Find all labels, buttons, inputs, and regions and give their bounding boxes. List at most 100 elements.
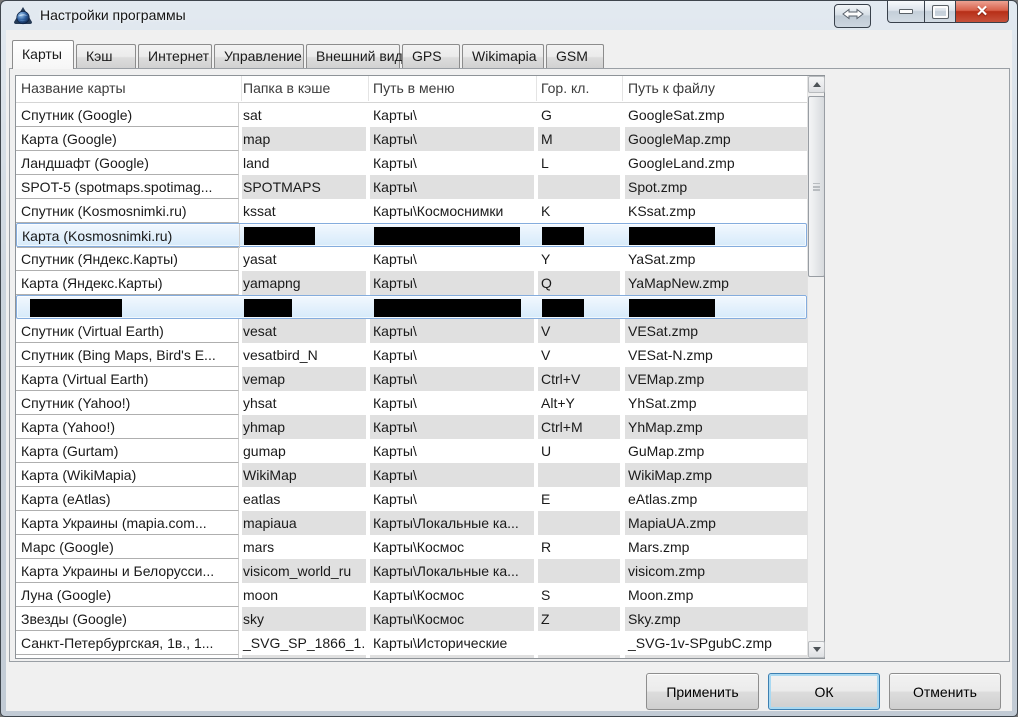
- table-row[interactable]: Марс (Google)marsКарты\КосмосRMars.zmp: [16, 535, 807, 559]
- cell-cache-folder: yasat: [242, 247, 366, 271]
- cell-file-path: WikiMap.zmp: [625, 463, 807, 487]
- caption-buttons: ✕: [887, 1, 1009, 23]
- table-row[interactable]: Карта (Gurtam)gumapКарты\UGuMap.zmp: [16, 439, 807, 463]
- table-row[interactable]: SPOT-5 (spotmaps.spotimag...SPOTMAPSКарт…: [16, 175, 807, 199]
- vertical-scrollbar[interactable]: [807, 76, 824, 658]
- table-row[interactable]: Спутник (Virtual Earth)vesatКарты\VVESat…: [16, 319, 807, 343]
- cell-map-name: Спутник (Яндекс.Карты): [16, 247, 239, 271]
- cell-map-name: Луна (Google): [16, 583, 239, 607]
- cell-menu-path: Карты\Космос: [370, 583, 534, 607]
- table-row[interactable]: Ландшафт (Google)landКарты\LGoogleLand.z…: [16, 151, 807, 175]
- settings-window: Настройки программы ✕ КартыКэшИнтернетУп…: [0, 0, 1018, 717]
- column-header-2[interactable]: Путь в меню: [370, 76, 537, 101]
- redacted-cell: [542, 299, 584, 317]
- table-row[interactable]: Звезды (Google)skyКарты\КосмосZSky.zmp: [16, 607, 807, 631]
- column-header-3[interactable]: Гор. кл.: [538, 76, 623, 101]
- tab-2[interactable]: Интернет: [138, 44, 212, 68]
- cell-map-name: Спутник (Virtual Earth): [16, 319, 239, 343]
- cell-hotkey: [538, 175, 620, 199]
- titlebar[interactable]: Настройки программы ✕: [1, 1, 1017, 30]
- cell-map-name: Санкт-Петербургская, 1в., 1...: [16, 631, 239, 655]
- table-row-partial[interactable]: [16, 655, 807, 658]
- cell-hotkey: Ctrl+V: [538, 367, 620, 391]
- table-row[interactable]: Спутник (Google)satКарты\GGoogleSat.zmp: [16, 103, 807, 127]
- tab-4[interactable]: Внешний вид: [306, 44, 400, 68]
- scroll-up-button[interactable]: [808, 76, 825, 93]
- cell-file-path: GoogleSat.zmp: [625, 103, 807, 127]
- tab-7[interactable]: GSM: [546, 44, 604, 68]
- cell-file-path: visicom.zmp: [625, 559, 807, 583]
- cell-menu-path: Карты\: [370, 271, 534, 295]
- table-row[interactable]: Карта (eAtlas)eatlasКарты\EeAtlas.zmp: [16, 487, 807, 511]
- maximize-square-icon: [933, 6, 948, 18]
- maps-list-rows: Спутник (Google)satКарты\GGoogleSat.zmpК…: [16, 103, 807, 658]
- table-row[interactable]: Карта (Virtual Earth)vemapКарты\Ctrl+VVE…: [16, 367, 807, 391]
- cell-menu-path: Карты\: [370, 319, 534, 343]
- cell-cache-folder: sat: [242, 103, 366, 127]
- cell-cache-folder: gumap: [242, 439, 366, 463]
- table-row[interactable]: Санкт-Петербургская, 1в., 1..._SVG_SP_18…: [16, 631, 807, 655]
- cell-menu-path: Карты\: [370, 247, 534, 271]
- tab-maps[interactable]: Карты: [12, 40, 74, 69]
- stretch-window-button[interactable]: [834, 4, 871, 28]
- table-row[interactable]: Луна (Google)moonКарты\КосмосSMoon.zmp: [16, 583, 807, 607]
- table-row[interactable]: Спутник (Yahoo!)yhsatКарты\Alt+YYhSat.zm…: [16, 391, 807, 415]
- column-header-0[interactable]: Название карты: [16, 76, 242, 101]
- scrollbar-grip-icon: [813, 183, 820, 185]
- cell-file-path: Mars.zmp: [625, 535, 807, 559]
- tab-3[interactable]: Управление: [214, 44, 304, 68]
- cell-hotkey: S: [538, 583, 620, 607]
- apply-button[interactable]: Применить: [646, 673, 759, 710]
- table-row[interactable]: Карта (WikiMapia)WikiMapКарты\WikiMap.zm…: [16, 463, 807, 487]
- cell-menu-path: Карты\: [370, 487, 534, 511]
- minimize-button[interactable]: [887, 1, 925, 23]
- maps-list[interactable]: Название картыПапка в кэшеПуть в менюГор…: [15, 75, 825, 659]
- table-row[interactable]: Карта (Яндекс.Карты)yamapngКарты\QYaMapN…: [16, 271, 807, 295]
- column-header-1[interactable]: Папка в кэше: [242, 76, 369, 101]
- ok-button[interactable]: ОК: [768, 673, 880, 710]
- cell-menu-path: Карты\Локальные ка...: [370, 511, 534, 535]
- cell-file-path: Spot.zmp: [625, 175, 807, 199]
- cell-cache-folder: eatlas: [242, 487, 366, 511]
- close-button[interactable]: ✕: [955, 1, 1009, 23]
- cell-menu-path: Карты\: [370, 127, 534, 151]
- cell-menu-path: Карты\Локальные ка...: [370, 559, 534, 583]
- cancel-button[interactable]: Отменить: [889, 673, 1001, 710]
- cell-hotkey: K: [538, 199, 620, 223]
- maximize-button[interactable]: [925, 1, 955, 23]
- cell-cache-folder: land: [242, 151, 366, 175]
- column-header-4[interactable]: Путь к файлу: [625, 76, 810, 101]
- table-row[interactable]: Спутник (Bing Maps, Bird's E...vesatbird…: [16, 343, 807, 367]
- settings-tabs: КартыКэшИнтернетУправлениеВнешний видGPS…: [12, 40, 606, 69]
- cell-map-name: Карта (Kosmosnimki.ru): [17, 224, 240, 248]
- table-row[interactable]: Карта (Kosmosnimki.ru): [16, 223, 807, 247]
- cell-hotkey: [538, 559, 620, 583]
- cell-file-path: Moon.zmp: [625, 583, 807, 607]
- cell-hotkey: U: [538, 439, 620, 463]
- scrollbar-thumb[interactable]: [808, 96, 825, 277]
- table-row[interactable]: Карта (Yahoo!)yhmapКарты\Ctrl+MYhMap.zmp: [16, 415, 807, 439]
- table-row[interactable]: Спутник (Kosmosnimki.ru)kssatКарты\Космо…: [16, 199, 807, 223]
- minimize-bar-icon: [899, 9, 913, 14]
- cell-cache-folder: moon: [242, 583, 366, 607]
- table-row[interactable]: [16, 295, 807, 319]
- table-row[interactable]: Спутник (Яндекс.Карты)yasatКарты\YYaSat.…: [16, 247, 807, 271]
- cell-file-path: YhMap.zmp: [625, 415, 807, 439]
- redacted-cell: [244, 227, 315, 245]
- tab-5[interactable]: GPS: [402, 44, 460, 68]
- cell-map-name: Марс (Google): [16, 535, 239, 559]
- cell-cache-folder: map: [242, 127, 366, 151]
- cell-file-path: [625, 655, 807, 658]
- tab-1[interactable]: Кэш: [76, 44, 136, 68]
- scroll-down-button[interactable]: [808, 641, 825, 658]
- cell-file-path: VESat-N.zmp: [625, 343, 807, 367]
- cell-hotkey: Alt+Y: [538, 391, 620, 415]
- table-row[interactable]: Карта Украины (mapia.com...mapiauaКарты\…: [16, 511, 807, 535]
- cell-cache-folder: kssat: [242, 199, 366, 223]
- table-row[interactable]: Карта Украины и Белорусси...visicom_worl…: [16, 559, 807, 583]
- cell-hotkey: Z: [538, 607, 620, 631]
- redacted-cell: [374, 299, 521, 317]
- cell-map-name: Карта (Yahoo!): [16, 415, 239, 439]
- table-row[interactable]: Карта (Google)mapКарты\MGoogleMap.zmp: [16, 127, 807, 151]
- tab-6[interactable]: Wikimapia: [462, 44, 544, 68]
